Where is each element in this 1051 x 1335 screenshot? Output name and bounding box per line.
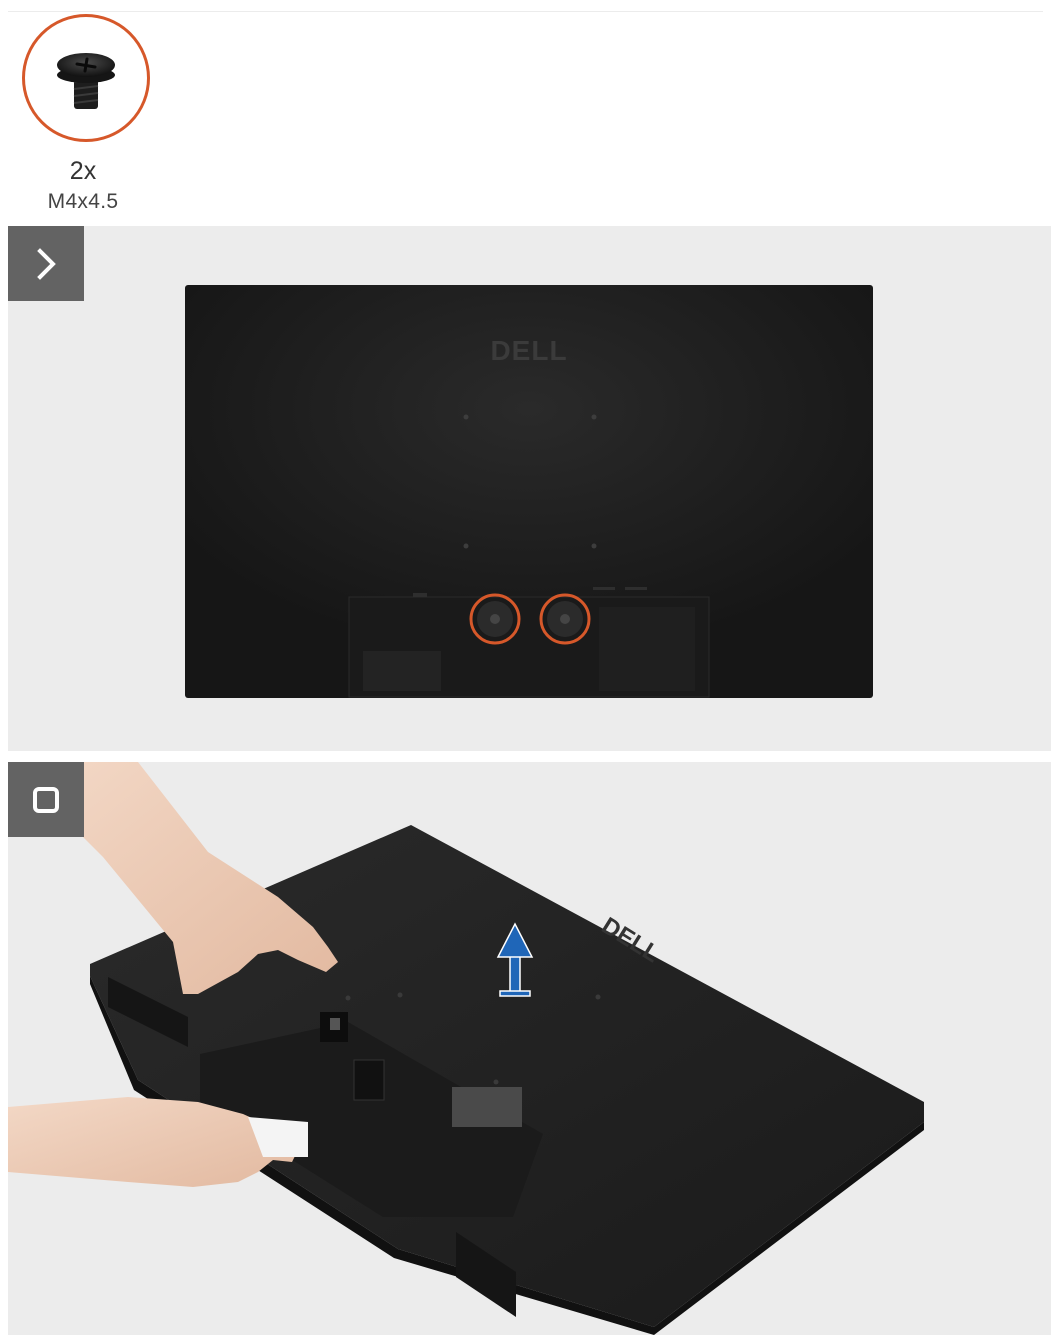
screw-callout-1 — [469, 593, 521, 645]
port-cover-right — [599, 607, 695, 691]
next-step-button[interactable] — [8, 226, 84, 301]
screw-quantity: 2x — [69, 157, 97, 185]
step-2-panel: DELL — [8, 762, 1051, 1335]
screw-size: M4x4.5 — [47, 190, 119, 213]
screw-callout-ring — [22, 14, 150, 142]
screw-legend: 2x M4x4.5 — [18, 14, 168, 214]
screw-icon — [57, 53, 115, 109]
port-cover-left — [363, 651, 441, 691]
monitor-lifting-illustration: DELL — [8, 762, 924, 1335]
screw-callout-2 — [539, 593, 591, 645]
monitor-back-illustration: DELL — [185, 285, 873, 698]
chevron-right-icon — [37, 247, 56, 280]
stop-square-icon — [33, 786, 59, 813]
stop-step-button[interactable] — [8, 762, 84, 837]
step-1-panel: DELL — [8, 226, 1051, 751]
top-divider — [8, 11, 1043, 12]
dell-logo: DELL — [490, 335, 567, 366]
